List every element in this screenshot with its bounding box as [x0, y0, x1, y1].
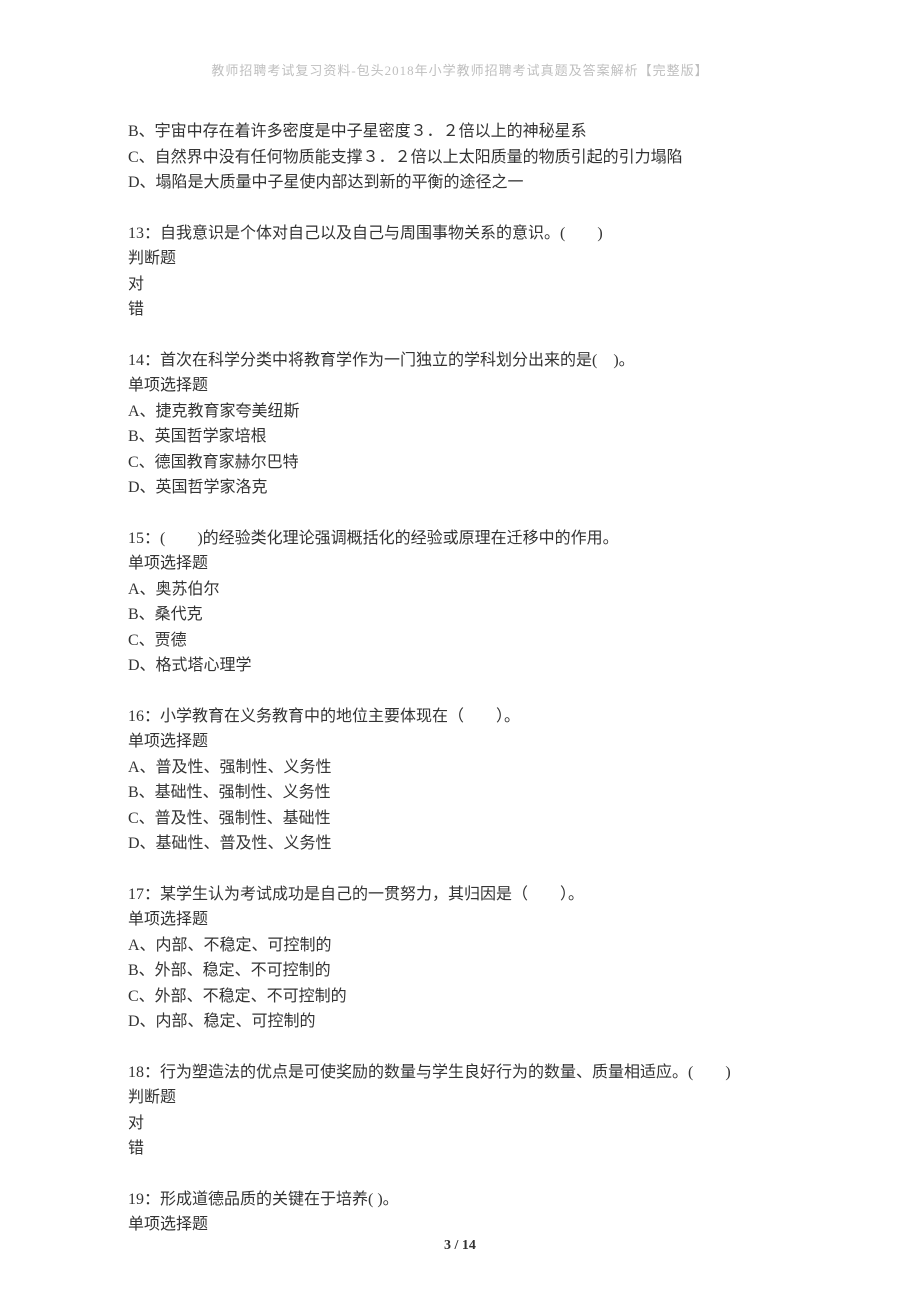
q14-option-c: C、德国教育家赫尔巴特	[128, 450, 792, 476]
q17-option-c: C、外部、不稳定、不可控制的	[128, 984, 792, 1010]
q15-type: 单项选择题	[128, 551, 792, 577]
q15-option-d: D、格式塔心理学	[128, 653, 792, 679]
q12-option-d: D、塌陷是大质量中子星使内部达到新的平衡的途径之一	[128, 170, 792, 196]
q12-option-c: C、自然界中没有任何物质能支撑３．２倍以上太阳质量的物质引起的引力塌陷	[128, 145, 792, 171]
page-header: 教师招聘考试复习资料-包头2018年小学教师招聘考试真题及答案解析【完整版】	[128, 60, 792, 79]
q16-option-a: A、普及性、强制性、义务性	[128, 755, 792, 781]
q17-stem: 17：某学生认为考试成功是自己的一贯努力，其归因是（ ）。	[128, 882, 792, 908]
q16-stem: 16：小学教育在义务教育中的地位主要体现在（ ）。	[128, 704, 792, 730]
q17-option-a: A、内部、不稳定、可控制的	[128, 933, 792, 959]
q14-option-d: D、英国哲学家洛克	[128, 475, 792, 501]
q16-type: 单项选择题	[128, 729, 792, 755]
question-12-remainder: B、宇宙中存在着许多密度是中子星密度３．２倍以上的神秘星系 C、自然界中没有任何…	[128, 119, 792, 196]
q13-stem: 13：自我意识是个体对自己以及自己与周围事物关系的意识。( )	[128, 221, 792, 247]
q15-option-c: C、贾德	[128, 628, 792, 654]
q16-option-d: D、基础性、普及性、义务性	[128, 831, 792, 857]
question-13: 13：自我意识是个体对自己以及自己与周围事物关系的意识。( ) 判断题 对 错	[128, 221, 792, 323]
q13-type: 判断题	[128, 246, 792, 272]
q14-stem: 14：首次在科学分类中将教育学作为一门独立的学科划分出来的是( )。	[128, 348, 792, 374]
q15-stem: 15：( )的经验类化理论强调概括化的经验或原理在迁移中的作用。	[128, 526, 792, 552]
q13-option-false: 错	[128, 297, 792, 323]
q13-option-true: 对	[128, 272, 792, 298]
q17-type: 单项选择题	[128, 907, 792, 933]
q18-type: 判断题	[128, 1085, 792, 1111]
page-content: B、宇宙中存在着许多密度是中子星密度３．２倍以上的神秘星系 C、自然界中没有任何…	[128, 119, 792, 1238]
q15-option-b: B、桑代克	[128, 602, 792, 628]
q18-option-true: 对	[128, 1111, 792, 1137]
page-footer: 3 / 14	[0, 1238, 920, 1254]
q14-option-a: A、捷克教育家夸美纽斯	[128, 399, 792, 425]
q16-option-b: B、基础性、强制性、义务性	[128, 780, 792, 806]
q17-option-b: B、外部、稳定、不可控制的	[128, 958, 792, 984]
question-15: 15：( )的经验类化理论强调概括化的经验或原理在迁移中的作用。 单项选择题 A…	[128, 526, 792, 679]
question-18: 18：行为塑造法的优点是可使奖励的数量与学生良好行为的数量、质量相适应。( ) …	[128, 1060, 792, 1162]
question-17: 17：某学生认为考试成功是自己的一贯努力，其归因是（ ）。 单项选择题 A、内部…	[128, 882, 792, 1035]
q16-option-c: C、普及性、强制性、基础性	[128, 806, 792, 832]
q12-option-b: B、宇宙中存在着许多密度是中子星密度３．２倍以上的神秘星系	[128, 119, 792, 145]
q19-stem: 19：形成道德品质的关键在于培养( )。	[128, 1187, 792, 1213]
q18-stem: 18：行为塑造法的优点是可使奖励的数量与学生良好行为的数量、质量相适应。( )	[128, 1060, 792, 1086]
question-16: 16：小学教育在义务教育中的地位主要体现在（ ）。 单项选择题 A、普及性、强制…	[128, 704, 792, 857]
q15-option-a: A、奥苏伯尔	[128, 577, 792, 603]
q14-option-b: B、英国哲学家培根	[128, 424, 792, 450]
question-14: 14：首次在科学分类中将教育学作为一门独立的学科划分出来的是( )。 单项选择题…	[128, 348, 792, 501]
q19-type: 单项选择题	[128, 1212, 792, 1238]
q17-option-d: D、内部、稳定、可控制的	[128, 1009, 792, 1035]
question-19: 19：形成道德品质的关键在于培养( )。 单项选择题	[128, 1187, 792, 1238]
q18-option-false: 错	[128, 1136, 792, 1162]
q14-type: 单项选择题	[128, 373, 792, 399]
